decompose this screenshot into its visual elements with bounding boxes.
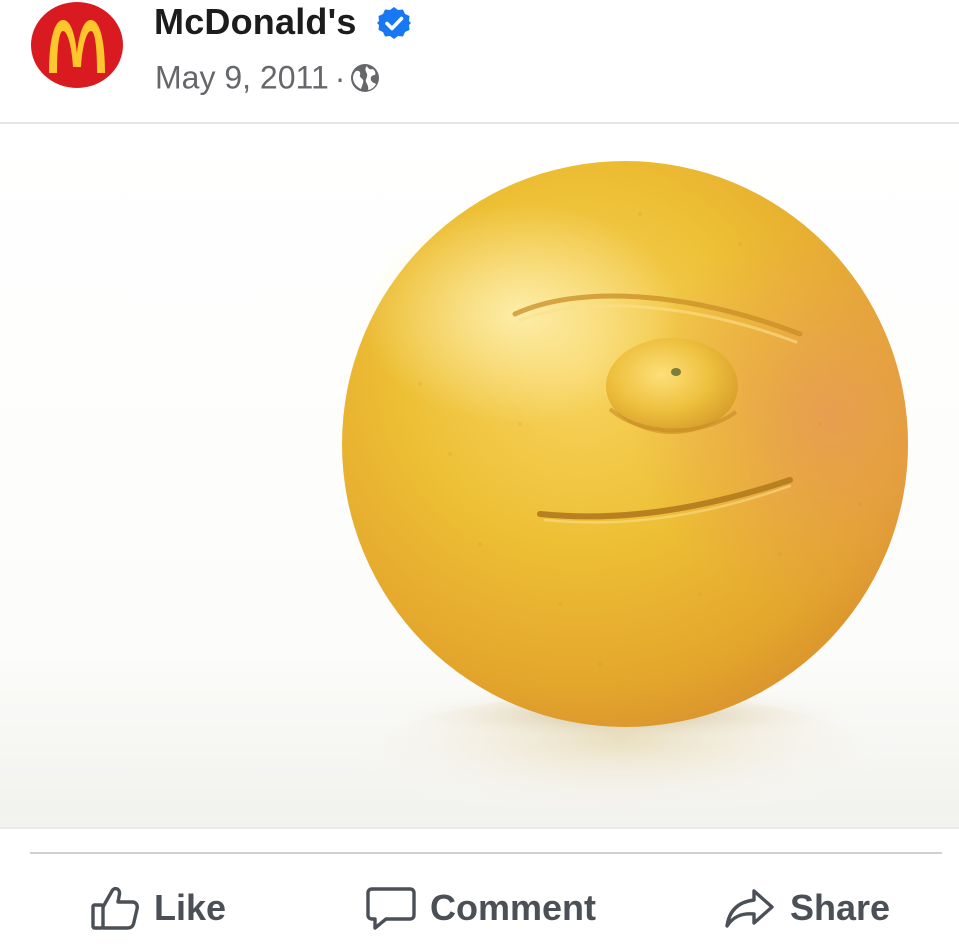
- speech-bubble-icon: [366, 887, 416, 930]
- lemon-face-photo: [0, 124, 959, 827]
- thumbs-up-icon: [91, 886, 139, 930]
- actions-divider: [30, 852, 942, 854]
- page-name[interactable]: McDonald's: [154, 2, 357, 42]
- share-button[interactable]: Share: [724, 878, 890, 938]
- page-avatar[interactable]: [30, 1, 124, 89]
- post-meta: May 9, 2011 ·: [155, 55, 381, 96]
- meta-separator: ·: [334, 59, 346, 96]
- comment-button[interactable]: Comment: [366, 878, 596, 938]
- globe-icon[interactable]: [349, 62, 381, 94]
- verified-badge-icon: [377, 7, 411, 39]
- post-date[interactable]: May 9, 2011: [155, 60, 329, 96]
- photo-bottom-border: [0, 827, 959, 829]
- facebook-post: McDonald's May 9, 2011 · Like Comment Sh…: [0, 0, 959, 944]
- share-label: Share: [790, 887, 891, 928]
- like-button[interactable]: Like: [90, 878, 226, 938]
- post-header: McDonald's May 9, 2011 ·: [0, 0, 959, 122]
- like-label: Like: [154, 887, 227, 928]
- post-photo[interactable]: [0, 124, 959, 827]
- comment-label: Comment: [430, 887, 597, 928]
- mcdonalds-logo-icon: [31, 2, 123, 88]
- share-arrow-icon: [725, 889, 774, 928]
